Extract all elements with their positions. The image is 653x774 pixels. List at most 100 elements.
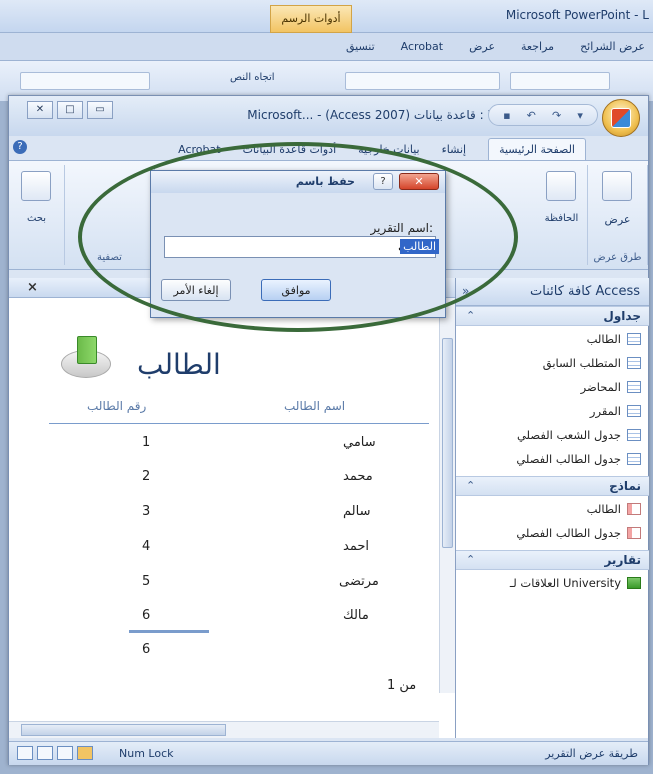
print-preview-icon[interactable] <box>37 746 53 760</box>
ppt-tab-acrobat[interactable]: Acrobat <box>401 40 443 53</box>
horizontal-scrollbar[interactable] <box>9 721 439 738</box>
views-group-label: طرق عرض <box>593 252 642 263</box>
nav-item-label: العلاقات لـ University <box>509 576 621 590</box>
powerpoint-tabs: عرض الشرائح مراجعة عرض Acrobat تنسيق <box>0 33 653 61</box>
report-icon <box>627 577 641 589</box>
tab-create[interactable]: إنشاء <box>442 143 466 160</box>
nav-item[interactable]: الطالب <box>456 498 649 522</box>
table-row-name: احمد <box>343 539 369 554</box>
maximize-window-button[interactable]: □ <box>57 101 83 119</box>
design-view-icon[interactable] <box>77 746 93 760</box>
shapes-gallery[interactable] <box>20 72 150 90</box>
chevron-up-icon[interactable]: ⌃ <box>466 309 475 322</box>
nav-item-label: جدول الطالب الفصلي <box>516 526 621 540</box>
numlock-indicator: Num Lock <box>119 747 174 760</box>
table-icon <box>627 381 641 393</box>
status-view-text: طريقة عرض التقرير <box>545 747 638 760</box>
table-row-name: محمد <box>343 469 373 484</box>
nav-item-label: المحاضر <box>580 380 621 394</box>
table-icon <box>627 453 641 465</box>
tab-home[interactable]: الصفحة الرئيسية <box>488 138 586 160</box>
ppt-tab-view[interactable]: عرض <box>469 40 495 53</box>
record-count: 6 <box>142 642 151 657</box>
view-icon[interactable] <box>602 171 632 201</box>
paragraph-controls[interactable] <box>345 72 500 90</box>
nav-section-tables[interactable]: جداول ⌃ <box>456 306 649 326</box>
table-icon <box>627 405 641 417</box>
table-icon <box>627 357 641 369</box>
nav-item[interactable]: المحاضر <box>456 376 649 400</box>
table-row-id: 5 <box>142 574 151 589</box>
total-separator <box>129 630 209 633</box>
col-header-name: اسم الطالب <box>284 399 346 413</box>
highlight-ellipse <box>78 142 518 332</box>
font-controls[interactable] <box>510 72 610 90</box>
quick-access-toolbar[interactable]: ▪ ↶ ↷ ▾ <box>488 104 598 126</box>
table-row-id: 2 <box>142 469 151 484</box>
hscroll-thumb[interactable] <box>21 724 226 736</box>
vertical-scrollbar[interactable] <box>439 298 455 693</box>
chevron-up-icon[interactable]: ⌃ <box>466 553 475 566</box>
dropdown-icon[interactable]: ▾ <box>577 109 583 122</box>
undo-icon[interactable]: ↶ <box>527 109 536 122</box>
nav-item[interactable]: جدول الطالب الفصلي <box>456 522 649 546</box>
find-group: بحث <box>9 165 65 265</box>
office-button[interactable] <box>602 99 640 137</box>
nav-item[interactable]: جدول الشعب الفصلي <box>456 424 649 448</box>
report-book-icon <box>61 336 111 384</box>
table-row-name: سامي <box>343 435 376 450</box>
page-number: 1 من <box>387 678 417 693</box>
view-button[interactable]: عرض <box>588 213 647 226</box>
nav-section-reports[interactable]: تقارير ⌃ <box>456 550 649 570</box>
find-button[interactable]: بحث <box>9 213 64 224</box>
status-bar: طريقة عرض التقرير Num Lock <box>9 741 648 765</box>
nav-item[interactable]: جدول الطالب الفصلي <box>456 448 649 472</box>
nav-item-label: الطالب <box>586 332 621 346</box>
close-window-button[interactable]: ✕ <box>27 101 53 119</box>
nav-item[interactable]: العلاقات لـ University <box>456 572 649 596</box>
text-direction-button[interactable]: اتجاه النص <box>230 72 275 83</box>
nav-item-label: جدول الطالب الفصلي <box>516 452 621 466</box>
report-title: الطالب <box>137 348 221 381</box>
nav-item[interactable]: المقرر <box>456 400 649 424</box>
table-row-id: 6 <box>142 608 151 623</box>
col-header-id: رقم الطالب <box>87 399 147 413</box>
table-row-name: سالم <box>343 504 371 519</box>
header-line <box>49 423 429 424</box>
report-view: × الطالب اسم الطالب رقم الطالب سامي 1 مح… <box>9 278 455 738</box>
paste-icon[interactable] <box>546 171 576 201</box>
section-title: جداول <box>603 309 641 323</box>
ppt-tab-format[interactable]: تنسيق <box>346 40 375 53</box>
nav-item[interactable]: المتطلب السابق <box>456 352 649 376</box>
drawing-tools-context-tab[interactable]: أدوات الرسم <box>270 5 352 33</box>
nav-item-label: المقرر <box>589 404 621 418</box>
nav-item-label: المتطلب السابق <box>542 356 621 370</box>
binoculars-icon[interactable] <box>21 171 51 201</box>
scroll-thumb[interactable] <box>442 338 453 548</box>
ppt-tab-slideshow[interactable]: عرض الشرائح <box>580 40 645 53</box>
table-row-id: 1 <box>142 435 151 450</box>
redo-icon[interactable]: ↷ <box>552 109 561 122</box>
ppt-tab-review[interactable]: مراجعة <box>521 40 554 53</box>
layout-view-icon[interactable] <box>57 746 73 760</box>
clipboard-group: الحافظة <box>536 165 588 265</box>
chevron-up-icon[interactable]: ⌃ <box>466 479 475 492</box>
section-title: نماذج <box>609 479 641 493</box>
table-row-name: مرتضى <box>339 574 379 589</box>
table-icon <box>627 429 641 441</box>
table-row-id: 3 <box>142 504 151 519</box>
nav-title[interactable]: كافة كائنات Access <box>530 284 640 299</box>
nav-section-forms[interactable]: نماذج ⌃ <box>456 476 649 496</box>
clipboard-button[interactable]: الحافظة <box>536 213 587 224</box>
powerpoint-title: Microsoft PowerPoint - L <box>505 8 649 22</box>
table-icon <box>627 333 641 345</box>
close-report-icon[interactable]: × <box>27 280 38 295</box>
save-icon[interactable]: ▪ <box>503 109 510 122</box>
office-logo-icon <box>611 108 631 128</box>
nav-item[interactable]: الطالب <box>456 328 649 352</box>
navigation-pane: كافة كائنات Access » جداول ⌃ الطالب المت… <box>455 278 649 738</box>
table-row-id: 4 <box>142 539 151 554</box>
nav-item-label: الطالب <box>586 502 621 516</box>
minimize-window-button[interactable]: ▭ <box>87 101 113 119</box>
report-view-icon[interactable] <box>17 746 33 760</box>
